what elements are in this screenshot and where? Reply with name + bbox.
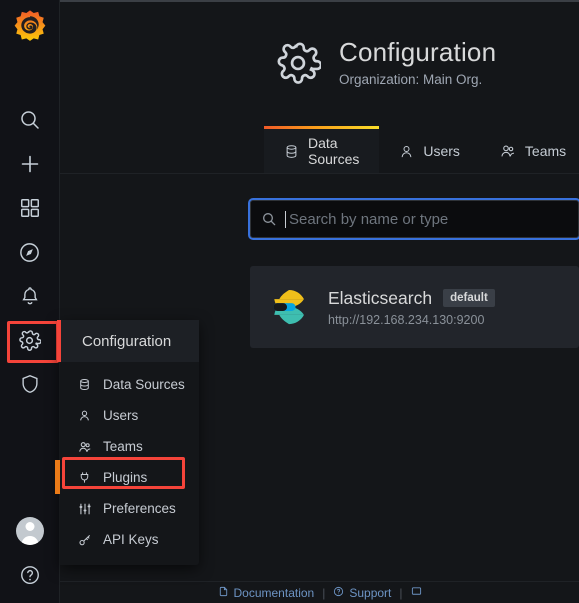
footer-support-link[interactable]: Support xyxy=(333,586,391,600)
sidebar-item-server-admin[interactable] xyxy=(0,362,60,406)
datasource-title-line: Elasticsearch default xyxy=(328,288,495,309)
menu-item-teams[interactable]: Teams xyxy=(60,431,199,462)
sidebar-item-create[interactable] xyxy=(0,142,60,186)
menu-header[interactable]: Configuration xyxy=(60,320,199,362)
grafana-logo-icon xyxy=(13,9,47,48)
menu-item-label: Users xyxy=(103,408,139,423)
search-section: Search by name or type xyxy=(248,198,579,240)
sidebar-item-configuration[interactable] xyxy=(0,318,60,362)
menu-item-label: Teams xyxy=(103,439,143,454)
datasource-texts: Elasticsearch default http://192.168.234… xyxy=(328,288,495,327)
help-question-icon xyxy=(19,564,41,586)
tab-underline xyxy=(60,173,579,174)
sidebar-item-profile[interactable] xyxy=(0,509,60,553)
menu-item-users[interactable]: Users xyxy=(60,400,199,431)
footer-separator: | xyxy=(399,585,403,600)
footer-separator: | xyxy=(322,585,326,600)
community-icon xyxy=(411,586,422,600)
status-badge: default xyxy=(443,289,495,307)
menu-item-label: Data Sources xyxy=(103,377,185,392)
database-icon xyxy=(284,144,299,159)
datasource-url: http://192.168.234.130:9200 xyxy=(328,312,485,327)
help-question-icon xyxy=(333,586,344,600)
tab-bar: Data Sources Users Teams xyxy=(60,126,579,174)
plug-icon xyxy=(77,471,92,484)
user-avatar-icon xyxy=(15,517,44,545)
page-header-texts: Configuration Organization: Main Org. xyxy=(339,36,496,87)
menu-list: Data Sources Users Teams Plugins Prefere… xyxy=(55,362,199,565)
tab-label: Data Sources xyxy=(308,135,360,167)
search-icon xyxy=(18,108,42,132)
left-sidebar xyxy=(0,0,60,603)
sidebar-item-dashboards[interactable] xyxy=(0,186,60,230)
sidebar-nav-bottom xyxy=(0,509,60,603)
tab-data-sources[interactable]: Data Sources xyxy=(264,126,380,174)
sidebar-item-alerting[interactable] xyxy=(0,274,60,318)
sliders-icon xyxy=(77,502,92,516)
shield-server-admin-icon xyxy=(19,373,41,395)
page-footer: Documentation | Support | xyxy=(60,581,579,603)
search-placeholder: Search by name or type xyxy=(289,210,449,228)
gear-icon xyxy=(275,40,323,91)
plus-icon xyxy=(18,152,42,176)
compass-explore-icon xyxy=(18,241,41,264)
tab-label: Users xyxy=(423,143,460,159)
sidebar-nav-top xyxy=(0,98,60,406)
datasource-list-item[interactable]: Elasticsearch default http://192.168.234… xyxy=(250,266,579,348)
tab-label: Teams xyxy=(524,143,567,159)
sidebar-item-explore[interactable] xyxy=(0,230,60,274)
footer-link-label: Documentation xyxy=(233,585,315,600)
menu-item-label: Plugins xyxy=(103,470,148,485)
footer-documentation-link[interactable]: Documentation xyxy=(218,585,315,600)
elasticsearch-logo-icon xyxy=(268,286,310,328)
footer-link-label: Support xyxy=(349,585,392,600)
page-header: Configuration Organization: Main Org. xyxy=(60,2,579,128)
configuration-dropdown-menu: Configuration Data Sources Users Teams P… xyxy=(55,320,199,565)
users-icon xyxy=(77,440,92,454)
menu-item-label: API Keys xyxy=(103,532,159,547)
menu-item-preferences[interactable]: Preferences xyxy=(60,493,199,524)
dashboards-grid-icon xyxy=(19,197,41,219)
key-icon xyxy=(77,533,92,547)
search-icon xyxy=(261,211,277,227)
grafana-configuration-page: Configuration Organization: Main Org. Da… xyxy=(0,0,579,603)
footer-community-link[interactable] xyxy=(411,586,422,600)
tab-teams[interactable]: Teams xyxy=(480,128,579,174)
menu-left-red-accent xyxy=(57,320,61,362)
menu-item-label: Preferences xyxy=(103,501,176,516)
datasource-name: Elasticsearch xyxy=(328,287,433,308)
gear-configuration-icon xyxy=(18,329,41,352)
menu-item-api-keys[interactable]: API Keys xyxy=(60,524,199,555)
grafana-logo-button[interactable] xyxy=(0,0,60,56)
user-icon xyxy=(399,144,414,159)
page-subtitle: Organization: Main Org. xyxy=(339,72,483,87)
sidebar-item-help[interactable] xyxy=(0,553,60,597)
menu-item-data-sources[interactable]: Data Sources xyxy=(60,369,199,400)
menu-item-plugins[interactable]: Plugins xyxy=(55,460,199,494)
page-title: Configuration xyxy=(339,37,497,67)
sidebar-item-search[interactable] xyxy=(0,98,60,142)
database-icon xyxy=(77,378,92,391)
users-icon xyxy=(500,143,516,159)
document-icon xyxy=(218,586,229,600)
search-input[interactable]: Search by name or type xyxy=(248,198,579,240)
tab-users[interactable]: Users xyxy=(379,128,480,174)
user-icon xyxy=(77,409,92,422)
bell-alerting-icon xyxy=(19,285,41,307)
text-cursor xyxy=(285,210,286,228)
